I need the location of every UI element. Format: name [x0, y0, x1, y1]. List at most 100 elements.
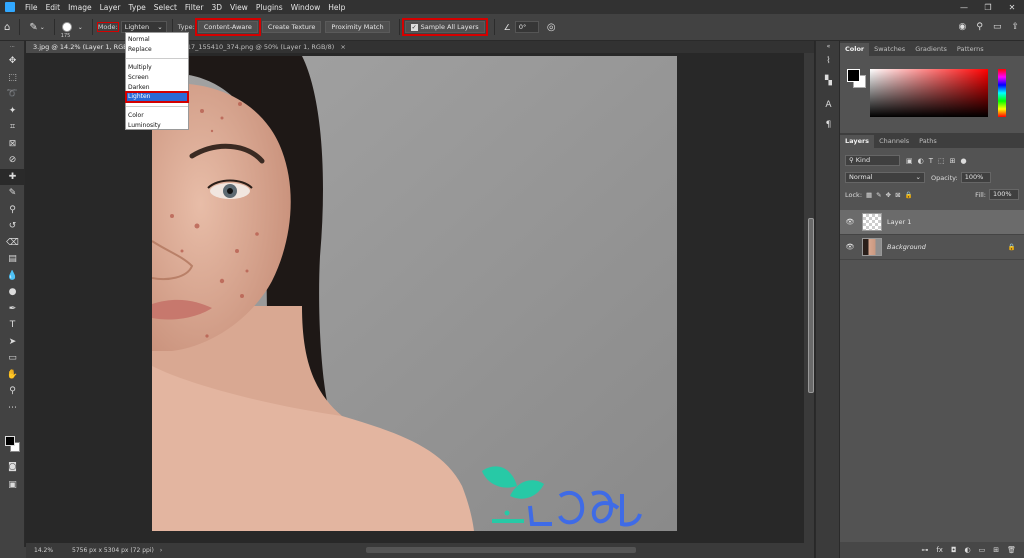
tab-swatches[interactable]: Swatches	[869, 43, 910, 56]
foreground-color-swatch[interactable]	[5, 436, 15, 446]
tab-color[interactable]: Color	[840, 43, 870, 56]
layer-style-icon[interactable]: fx	[936, 546, 943, 554]
document-canvas[interactable]	[152, 56, 677, 531]
tab-patterns[interactable]: Patterns	[952, 43, 989, 56]
rectangle-tool-icon[interactable]: ▭	[0, 350, 25, 367]
menu-view[interactable]: View	[226, 3, 252, 12]
path-selection-tool-icon[interactable]: ➤	[0, 334, 25, 351]
sample-all-layers-checkbox[interactable]: ✓ Sample All Layers	[401, 18, 488, 36]
menu-type[interactable]: Type	[125, 3, 150, 12]
layer-mask-icon[interactable]: ◘	[951, 546, 957, 554]
color-picker-field[interactable]	[870, 69, 988, 117]
filter-smart-object-icon[interactable]: ⊞	[950, 157, 956, 165]
mode-option-darken[interactable]: Darken	[126, 83, 188, 93]
visibility-eye-icon[interactable]: 👁	[840, 218, 860, 226]
menu-3d[interactable]: 3D	[207, 3, 226, 12]
mode-option-replace[interactable]: Replace	[126, 45, 188, 55]
gradient-tool-icon[interactable]: ▤	[0, 251, 25, 268]
chevron-right-icon[interactable]: ›	[160, 547, 162, 554]
healing-brush-tool-icon[interactable]: ✚	[0, 168, 25, 185]
mode-option-luminosity[interactable]: Luminosity	[126, 121, 188, 131]
share-icon[interactable]: ◉	[958, 22, 966, 32]
paragraph-panel-icon[interactable]: ¶	[816, 115, 841, 135]
edit-toolbar-icon[interactable]: ⋯	[0, 400, 25, 417]
blend-mode-select[interactable]: Normal ⌄	[845, 172, 925, 183]
history-panel-icon[interactable]: ⌇	[816, 51, 841, 71]
screen-mode-icon[interactable]: ▣	[0, 477, 25, 494]
zoom-tool-icon[interactable]: ⚲	[0, 383, 25, 400]
pen-tool-icon[interactable]: ✒	[0, 301, 25, 318]
filter-adjustment-icon[interactable]: ◐	[918, 157, 924, 165]
history-brush-tool-icon[interactable]: ↺	[0, 218, 25, 235]
menu-window[interactable]: Window	[287, 3, 325, 12]
mode-option-screen[interactable]: Screen	[126, 73, 188, 83]
filter-type-icon[interactable]: T	[929, 157, 933, 165]
menu-help[interactable]: Help	[324, 3, 349, 12]
filter-toggle-icon[interactable]: ●	[961, 157, 967, 165]
angle-field[interactable]: 0°	[514, 21, 539, 33]
crop-tool-icon[interactable]: ⌗	[0, 119, 25, 136]
lock-artboard-icon[interactable]: ⊠	[895, 191, 900, 199]
hand-tool-icon[interactable]: ✋	[0, 367, 25, 384]
healing-brush-tool-icon[interactable]: ✎	[29, 22, 37, 33]
properties-panel-icon[interactable]: ▚	[816, 71, 841, 91]
link-layers-icon[interactable]: ⊶	[921, 546, 928, 554]
share-image-icon[interactable]: ⇪	[1011, 22, 1019, 32]
dodge-tool-icon[interactable]: ●	[0, 284, 25, 301]
delete-layer-icon[interactable]: 🗑	[1007, 546, 1016, 554]
tab-paths[interactable]: Paths	[914, 135, 942, 148]
menu-layer[interactable]: Layer	[96, 3, 125, 12]
pressure-icon[interactable]: ◎	[547, 22, 556, 33]
vertical-scrollbar[interactable]	[804, 53, 814, 543]
type-tool-icon[interactable]: T	[0, 317, 25, 334]
search-icon[interactable]: ⚲	[976, 22, 983, 32]
tab-layers[interactable]: Layers	[840, 135, 875, 148]
new-group-icon[interactable]: ▭	[979, 546, 986, 554]
chevron-down-icon[interactable]: ⌄	[40, 24, 45, 31]
menu-select[interactable]: Select	[150, 3, 181, 12]
layer-row-background[interactable]: 👁 Background 🔒	[840, 235, 1024, 260]
magic-wand-tool-icon[interactable]: ✦	[0, 103, 25, 120]
eraser-tool-icon[interactable]: ⌫	[0, 235, 25, 252]
filter-shape-icon[interactable]: ⬚	[938, 157, 945, 165]
lasso-tool-icon[interactable]: ➰	[0, 86, 25, 103]
collapse-panels-icon[interactable]: «	[816, 41, 841, 51]
new-layer-icon[interactable]: ⊞	[993, 546, 999, 554]
tab-gradients[interactable]: Gradients	[910, 43, 952, 56]
minimize-button[interactable]: —	[952, 3, 976, 12]
adjustment-layer-icon[interactable]: ◐	[965, 546, 971, 554]
quick-mask-icon[interactable]: ◙	[0, 459, 25, 476]
create-texture-button[interactable]: Create Texture	[261, 21, 322, 33]
menu-image[interactable]: Image	[64, 3, 96, 12]
workspace-icon[interactable]: ▭	[993, 22, 1002, 32]
lock-position-icon[interactable]: ✥	[886, 191, 891, 199]
home-icon[interactable]: ⌂	[4, 22, 10, 33]
mode-option-color[interactable]: Color	[126, 111, 188, 121]
blur-tool-icon[interactable]: 💧	[0, 268, 25, 285]
opacity-field[interactable]: 100%	[960, 172, 991, 183]
tab-channels[interactable]: Channels	[874, 135, 914, 148]
content-aware-button[interactable]: Content-Aware	[194, 18, 261, 36]
mode-option-multiply[interactable]: Multiply	[126, 63, 188, 73]
lock-transparent-icon[interactable]: ▦	[866, 191, 872, 199]
filter-pixel-icon[interactable]: ▣	[906, 157, 913, 165]
menu-plugins[interactable]: Plugins	[252, 3, 287, 12]
fill-field[interactable]: 100%	[989, 189, 1019, 200]
mode-option-normal[interactable]: Normal	[126, 35, 188, 45]
move-tool-icon[interactable]: ✥	[0, 53, 25, 70]
clone-stamp-tool-icon[interactable]: ⚲	[0, 202, 25, 219]
lock-image-icon[interactable]: ✎	[876, 191, 881, 199]
zoom-level[interactable]: 14.2%	[26, 547, 66, 554]
eyedropper-tool-icon[interactable]: ⊘	[0, 152, 25, 169]
menu-filter[interactable]: Filter	[181, 3, 208, 12]
layer-row-layer-1[interactable]: 👁 Layer 1	[840, 210, 1024, 235]
brush-tool-icon[interactable]: ✎	[0, 185, 25, 202]
scrollbar-thumb[interactable]	[808, 218, 814, 393]
hue-slider[interactable]	[998, 69, 1006, 117]
close-button[interactable]: ✕	[1000, 3, 1024, 12]
restore-button[interactable]: ❐	[976, 3, 1000, 12]
brush-preset-picker[interactable]: 175	[61, 22, 72, 39]
proximity-match-button[interactable]: Proximity Match	[325, 21, 390, 33]
lock-all-icon[interactable]: 🔒	[905, 191, 913, 199]
filter-kind-select[interactable]: ⚲ Kind	[845, 155, 900, 166]
